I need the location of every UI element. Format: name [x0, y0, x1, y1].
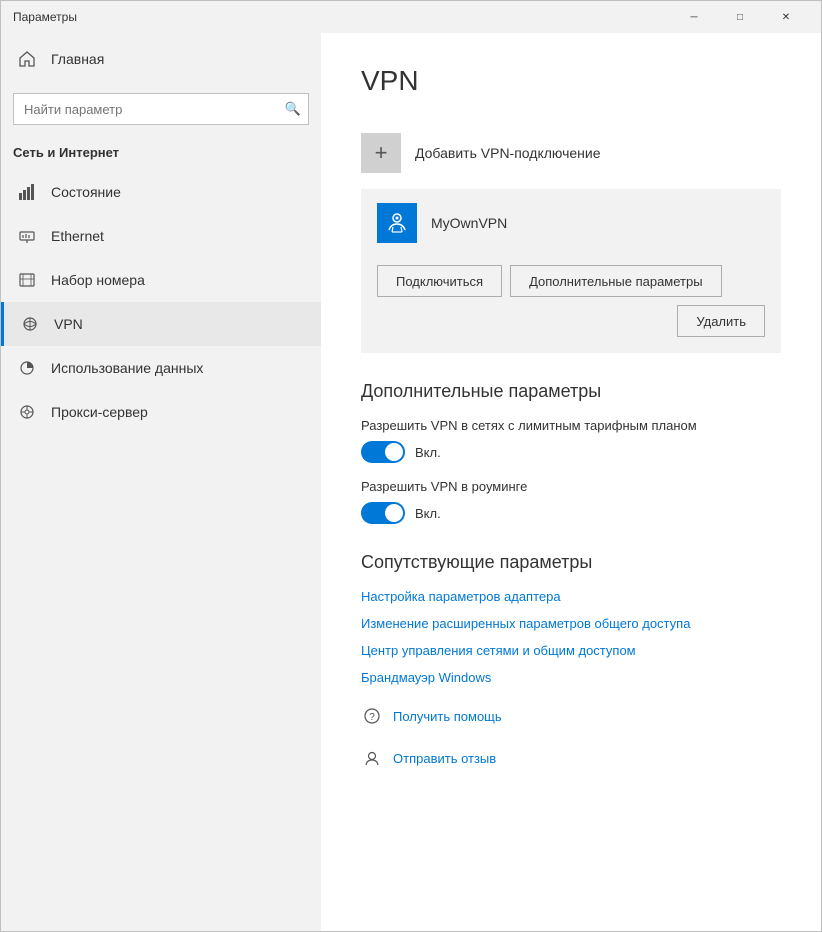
- feedback-icon: [361, 747, 383, 769]
- sidebar-label-vpn: VPN: [54, 316, 83, 332]
- toggle-metered[interactable]: [361, 441, 405, 463]
- add-vpn-button[interactable]: + Добавить VPN-подключение: [361, 121, 781, 185]
- add-vpn-label: Добавить VPN-подключение: [415, 145, 601, 161]
- setting1-label: Разрешить VPN в сетях с лимитным тарифны…: [361, 418, 781, 433]
- proxy-icon: [17, 402, 37, 422]
- toggle-roaming[interactable]: [361, 502, 405, 524]
- sidebar-label-proxy: Прокси-сервер: [51, 404, 148, 420]
- vpn-item-icon: [377, 203, 417, 243]
- sidebar-item-vpn[interactable]: VPN: [1, 302, 321, 346]
- sidebar-item-data-usage[interactable]: Использование данных: [1, 346, 321, 390]
- title-bar-controls: ─ □ ✕: [671, 1, 809, 33]
- sidebar-search-container: 🔍: [13, 93, 309, 125]
- minimize-button[interactable]: ─: [671, 1, 717, 33]
- search-icon: 🔍: [285, 101, 301, 117]
- home-icon: [17, 49, 37, 69]
- svg-text:?: ?: [369, 712, 375, 723]
- delete-button[interactable]: Удалить: [677, 305, 765, 337]
- close-button[interactable]: ✕: [763, 1, 809, 33]
- sidebar-item-home[interactable]: Главная: [1, 33, 321, 85]
- sidebar-label-ethernet: Ethernet: [51, 228, 104, 244]
- setting2-label: Разрешить VPN в роуминге: [361, 479, 781, 494]
- ethernet-icon: [17, 226, 37, 246]
- vpn-sidebar-icon: [20, 314, 40, 334]
- toggle-metered-text: Вкл.: [415, 445, 441, 460]
- connect-button[interactable]: Подключиться: [377, 265, 502, 297]
- maximize-button[interactable]: □: [717, 1, 763, 33]
- vpn-connection-item: MyOwnVPN Подключиться Дополнительные пар…: [361, 189, 781, 353]
- feedback-link[interactable]: Отправить отзыв: [393, 751, 496, 766]
- sidebar-label-status: Состояние: [51, 184, 121, 200]
- sidebar-item-proxy[interactable]: Прокси-сервер: [1, 390, 321, 434]
- settings-window: Параметры ─ □ ✕ Главная 🔍: [0, 0, 822, 932]
- toggle-row-metered: Вкл.: [361, 441, 781, 463]
- help-row: ? Получить помощь: [361, 705, 781, 727]
- setting-row-roaming: Разрешить VPN в роуминге Вкл.: [361, 479, 781, 524]
- sidebar-home-label: Главная: [51, 51, 104, 67]
- plus-icon: +: [375, 142, 388, 164]
- data-usage-icon: [17, 358, 37, 378]
- search-input[interactable]: [13, 93, 309, 125]
- advanced-settings-button[interactable]: Дополнительные параметры: [510, 265, 722, 297]
- vpn-primary-buttons: Подключиться Дополнительные параметры: [377, 265, 765, 297]
- add-vpn-icon: +: [361, 133, 401, 173]
- sidebar-item-dialup[interactable]: Набор номера: [1, 258, 321, 302]
- vpn-connection-name: MyOwnVPN: [431, 215, 507, 231]
- sidebar: Главная 🔍 Сеть и Интернет: [1, 33, 321, 931]
- link-network-center[interactable]: Центр управления сетями и общим доступом: [361, 643, 781, 658]
- window-title: Параметры: [13, 10, 671, 24]
- help-icon: ?: [361, 705, 383, 727]
- link-adapter-settings[interactable]: Настройка параметров адаптера: [361, 589, 781, 604]
- vpn-item-header: MyOwnVPN: [361, 189, 781, 257]
- sidebar-item-status[interactable]: Состояние: [1, 170, 321, 214]
- toggle-roaming-text: Вкл.: [415, 506, 441, 521]
- status-icon: [17, 182, 37, 202]
- main-content: Главная 🔍 Сеть и Интернет: [1, 33, 821, 931]
- sidebar-item-ethernet[interactable]: Ethernet: [1, 214, 321, 258]
- sidebar-section-title: Сеть и Интернет: [1, 141, 321, 170]
- dialup-icon: [17, 270, 37, 290]
- advanced-section-title: Дополнительные параметры: [361, 381, 781, 402]
- help-link[interactable]: Получить помощь: [393, 709, 502, 724]
- vpn-item-actions: Подключиться Дополнительные параметры Уд…: [361, 257, 781, 353]
- title-bar: Параметры ─ □ ✕: [1, 1, 821, 33]
- sidebar-label-dialup: Набор номера: [51, 272, 145, 288]
- link-firewall[interactable]: Брандмауэр Windows: [361, 670, 781, 685]
- feedback-row: Отправить отзыв: [361, 747, 781, 769]
- related-section-title: Сопутствующие параметры: [361, 552, 781, 573]
- setting-row-metered: Разрешить VPN в сетях с лимитным тарифны…: [361, 418, 781, 463]
- sidebar-label-data-usage: Использование данных: [51, 360, 203, 376]
- main-panel: VPN + Добавить VPN-подключение: [321, 33, 821, 931]
- link-sharing-settings[interactable]: Изменение расширенных параметров общего …: [361, 616, 781, 631]
- toggle-row-roaming: Вкл.: [361, 502, 781, 524]
- page-title: VPN: [361, 65, 781, 97]
